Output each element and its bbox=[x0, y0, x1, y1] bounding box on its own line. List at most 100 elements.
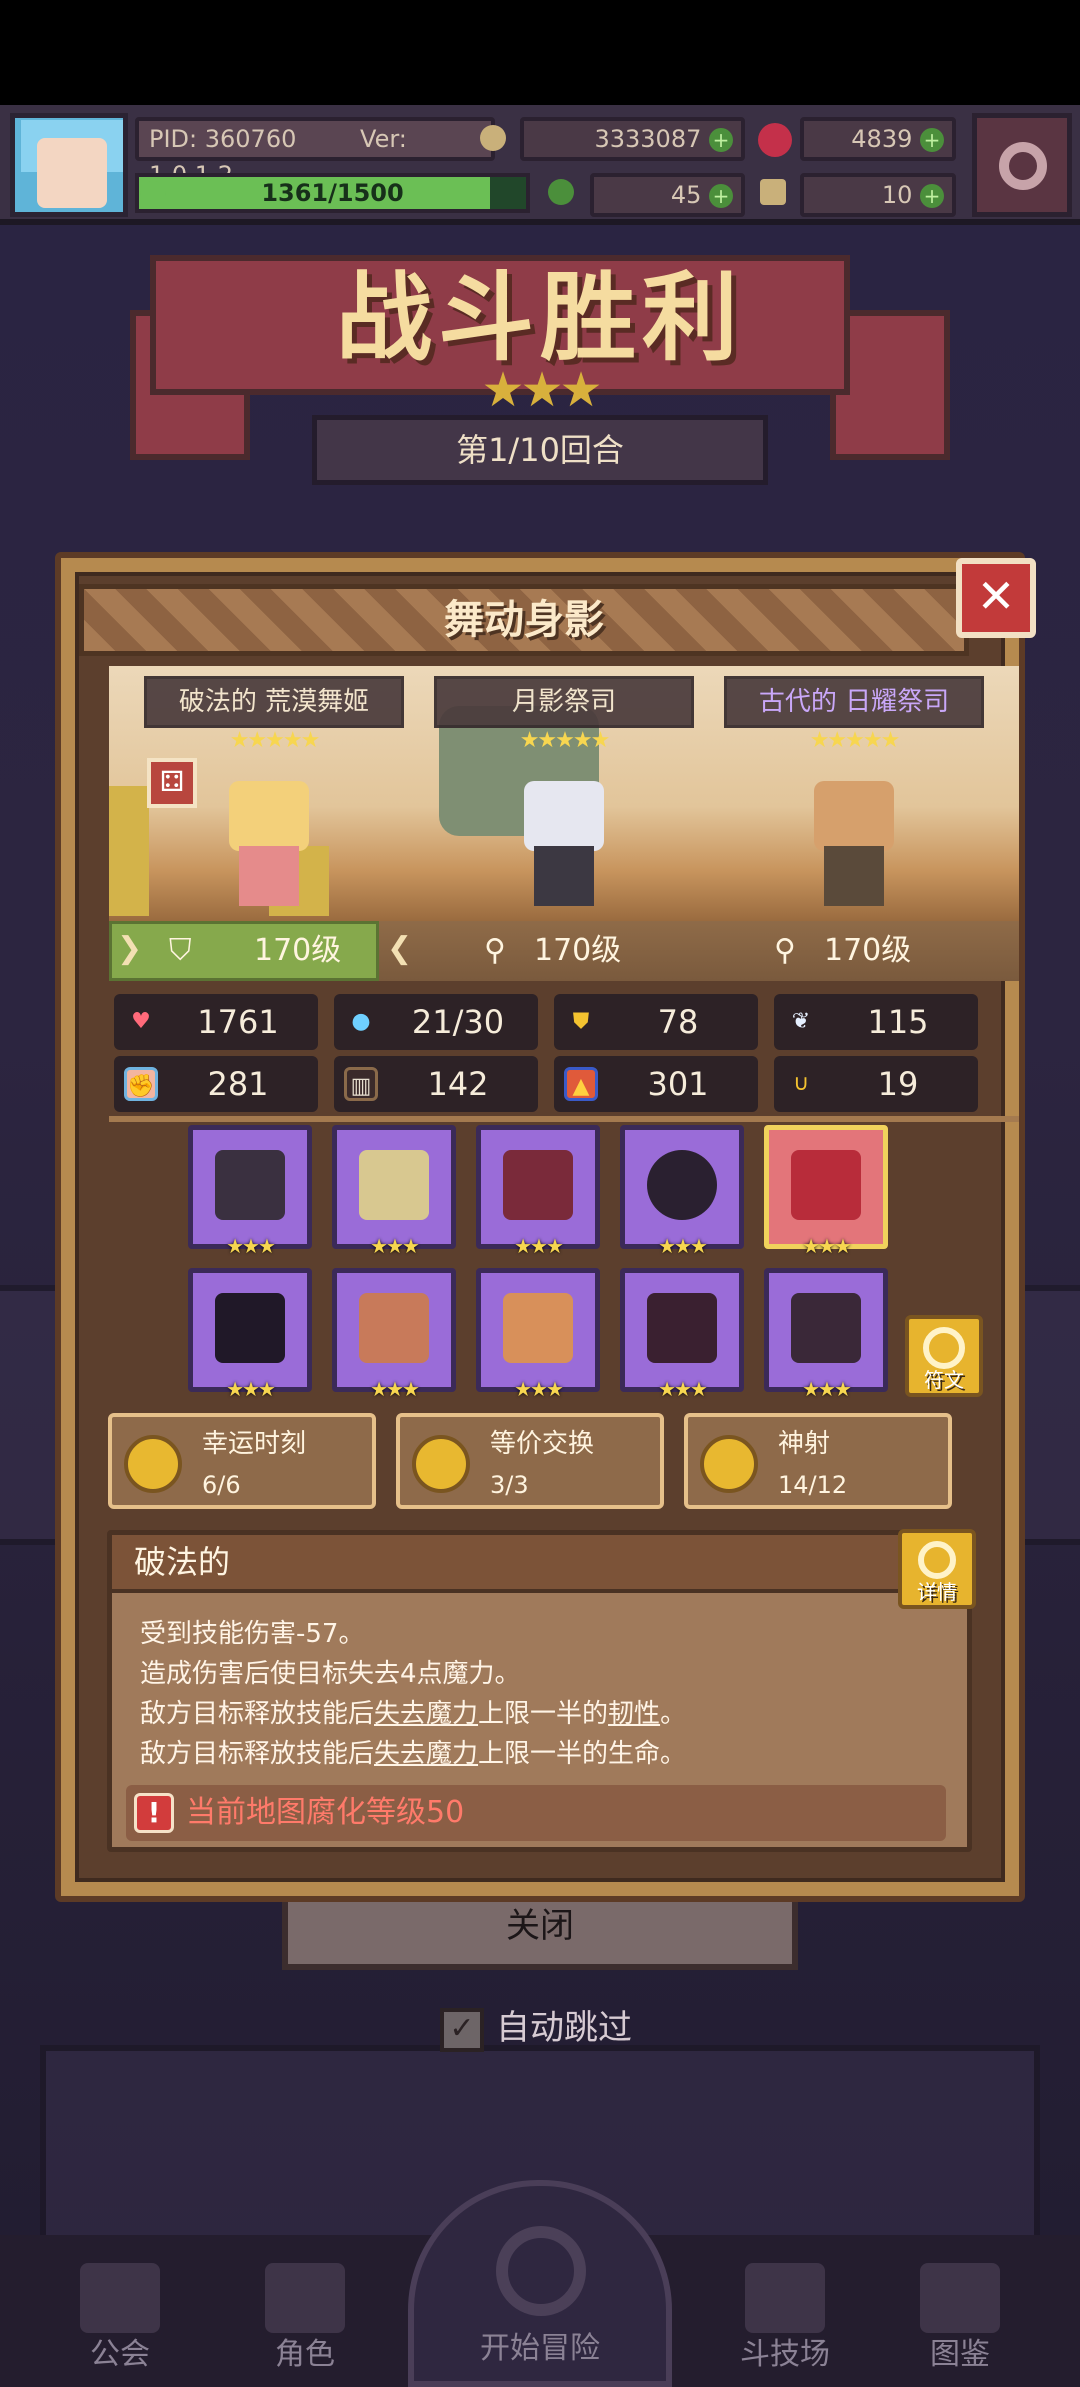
heart-icon: ♥ bbox=[131, 1009, 151, 1034]
player-avatar[interactable] bbox=[10, 113, 128, 217]
top-bar: PID: 360760 Ver: 1.0.1.2 3333087 + 4839 … bbox=[0, 105, 1080, 225]
detail-label: 详情 bbox=[917, 1580, 957, 1604]
shield-stat-icon: ⛊ bbox=[572, 1009, 590, 1034]
keyword-lose-mana[interactable]: 失去魔力 bbox=[374, 1739, 478, 1769]
equip-stars: ★★★ bbox=[226, 1234, 276, 1258]
level-row: ❯ ❮ ⛉ 170级 ⚲ 170级 ⚲ 170级 bbox=[109, 921, 1019, 981]
gold-pill: 3333087 + bbox=[520, 117, 745, 161]
nav-codex[interactable]: 图鉴 bbox=[865, 2255, 1055, 2387]
magnifier-icon bbox=[496, 2226, 586, 2316]
level-2: 170级 bbox=[534, 933, 622, 968]
stat-defense-value: 78 bbox=[657, 1003, 699, 1041]
close-icon: ✕ bbox=[976, 569, 1016, 623]
skill-coin-icon bbox=[124, 1435, 182, 1493]
equip-necklace[interactable]: ★★★ bbox=[476, 1125, 600, 1258]
skill-divine-shot[interactable]: 神射 14/12 bbox=[684, 1413, 952, 1509]
swap-icon bbox=[923, 1327, 965, 1369]
pid-version-pill: PID: 360760 Ver: 1.0.1.2 bbox=[135, 117, 495, 189]
gear-icon bbox=[999, 142, 1047, 190]
detail-button[interactable]: 详情 bbox=[898, 1529, 976, 1609]
equip-stars: ★★★ bbox=[658, 1377, 708, 1401]
auto-skip-checkbox[interactable]: ✓ bbox=[440, 2007, 484, 2052]
stat-magic: ▥ 142 bbox=[334, 1056, 538, 1112]
stat-defense: ⛊ 78 bbox=[554, 994, 758, 1050]
nav-arena-label: 斗技场 bbox=[740, 2337, 830, 2372]
character-sprite-2[interactable] bbox=[499, 766, 629, 916]
equip-belt[interactable]: ★★★ bbox=[620, 1268, 744, 1401]
character-stars-2: ★★★★★ bbox=[519, 728, 611, 753]
close-modal-button[interactable]: ✕ bbox=[956, 558, 1036, 638]
magnifier-icon bbox=[918, 1541, 956, 1579]
key-icon bbox=[760, 179, 786, 205]
stat-hp: ♥ 1761 bbox=[114, 994, 318, 1050]
equip-bow[interactable]: ★★★ bbox=[188, 1125, 312, 1258]
guild-icon bbox=[80, 2263, 160, 2333]
victory-title: 战斗胜利 bbox=[336, 262, 744, 374]
equip-hat[interactable]: ★★★ bbox=[764, 1125, 888, 1258]
auto-skip-toggle[interactable]: ✓ 自动跳过 bbox=[440, 2003, 632, 2053]
rune-button[interactable]: 符文 bbox=[905, 1315, 983, 1397]
character-sprite-3[interactable] bbox=[789, 766, 919, 916]
trait-text: 敌方目标释放技能后 bbox=[140, 1739, 375, 1769]
staff-icon: ⚲ bbox=[484, 933, 506, 968]
nav-guild[interactable]: 公会 bbox=[25, 2255, 215, 2387]
character-name-3: 古代的 日耀祭司 bbox=[724, 676, 984, 728]
stat-power: ▲ 301 bbox=[554, 1056, 758, 1112]
role-icon bbox=[265, 2263, 345, 2333]
equip-dagger[interactable]: ★★★ bbox=[332, 1125, 456, 1258]
keyword-lose-mana[interactable]: 失去魔力 bbox=[374, 1699, 478, 1729]
rune-label: 符文 bbox=[924, 1368, 964, 1392]
character-stars-3: ★★★★★ bbox=[809, 728, 901, 753]
gem-icon bbox=[758, 123, 792, 157]
gold-plus-icon[interactable]: + bbox=[709, 128, 733, 152]
gem-plus-icon[interactable]: + bbox=[920, 128, 944, 152]
stat-mana: ● 21/30 bbox=[334, 994, 538, 1050]
equip-gloves[interactable]: ★★★ bbox=[476, 1268, 600, 1401]
nav-role[interactable]: 角色 bbox=[210, 2255, 400, 2387]
skill-name: 神射 bbox=[778, 1429, 831, 1459]
equip-boots[interactable]: ★★★ bbox=[764, 1268, 888, 1401]
equip-cape[interactable]: ★★★ bbox=[188, 1268, 312, 1401]
clover-plus-icon[interactable]: + bbox=[709, 184, 733, 208]
cactus-left bbox=[109, 786, 149, 916]
horseshoe-icon: ∪ bbox=[792, 1071, 810, 1096]
nav-arena[interactable]: 斗技场 bbox=[690, 2255, 880, 2387]
trait-panel: 破法的 详情 受到技能伤害-57。 造成伤害后使目标失去4点魔力。 敌方目标释放… bbox=[107, 1529, 976, 1852]
equip-shield[interactable]: ★★★ bbox=[620, 1125, 744, 1258]
character-name-1: 破法的 荒漠舞姬 bbox=[144, 676, 404, 728]
trait-line-3: 敌方目标释放技能后失去魔力上限一半的韧性。 bbox=[140, 1693, 686, 1730]
equip-armor[interactable]: ★★★ bbox=[332, 1268, 456, 1401]
trait-text: 上限一半的生命。 bbox=[478, 1739, 687, 1769]
nav-role-label: 角色 bbox=[275, 2337, 335, 2372]
clover-icon bbox=[548, 179, 574, 205]
trait-text: 上限一半的 bbox=[478, 1699, 609, 1729]
equip-stars: ★★★ bbox=[514, 1377, 564, 1401]
key-plus-icon[interactable]: + bbox=[920, 184, 944, 208]
book-icon: ▥ bbox=[344, 1067, 378, 1101]
gem-pill: 4839 + bbox=[800, 117, 956, 161]
equip-stars: ★★★ bbox=[370, 1234, 420, 1258]
settings-button[interactable] bbox=[972, 113, 1072, 217]
level-3: 170级 bbox=[824, 933, 912, 968]
stat-speed: ❦ 115 bbox=[774, 994, 978, 1050]
trait-line-2: 造成伤害后使目标失去4点魔力。 bbox=[140, 1659, 521, 1689]
skill-lucky-moment[interactable]: 幸运时刻 6/6 bbox=[108, 1413, 376, 1509]
skill-equal-exchange[interactable]: 等价交换 3/3 bbox=[396, 1413, 664, 1509]
skill-name: 等价交换 bbox=[490, 1429, 595, 1459]
trait-text: 敌方目标释放技能后 bbox=[140, 1699, 375, 1729]
equip-stars: ★★★ bbox=[658, 1234, 708, 1258]
skill-count: 6/6 bbox=[202, 1471, 241, 1499]
xp-clover-icon bbox=[140, 181, 166, 207]
mail-icon[interactable] bbox=[480, 125, 506, 151]
character-sprite-1[interactable] bbox=[204, 766, 334, 916]
nav-codex-label: 图鉴 bbox=[930, 2337, 990, 2372]
keyword-toughness[interactable]: 韧性 bbox=[608, 1699, 660, 1729]
water-drop-icon: ● bbox=[351, 1009, 371, 1034]
arrow-right-icon: ❯ bbox=[117, 931, 143, 966]
trait-line-4: 敌方目标释放技能后失去魔力上限一半的生命。 bbox=[140, 1733, 686, 1770]
trait-line-1: 受到技能伤害-57。 bbox=[140, 1619, 365, 1649]
equip-stars: ★★★ bbox=[370, 1377, 420, 1401]
equip-stars: ★★★ bbox=[514, 1234, 564, 1258]
stat-magic-value: 142 bbox=[427, 1065, 489, 1103]
skill-coin-icon bbox=[412, 1435, 470, 1493]
